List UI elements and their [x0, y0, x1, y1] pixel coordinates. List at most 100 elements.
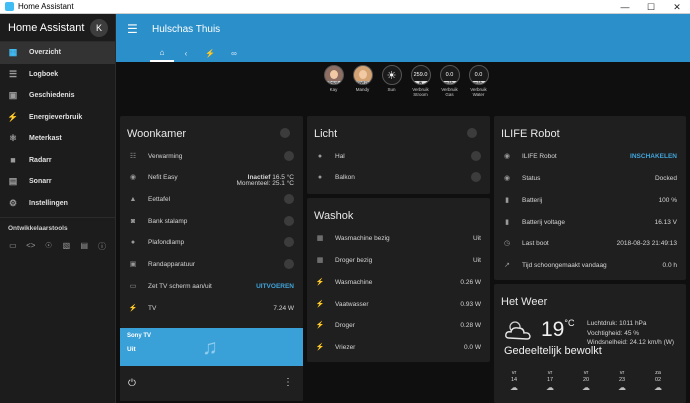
- entity-row: ▮ Batterij 100 %: [502, 194, 677, 206]
- card-toggle[interactable]: [280, 128, 290, 138]
- lightning-icon: ⚡: [315, 344, 325, 351]
- run-script-button[interactable]: UITVOEREN: [256, 283, 294, 290]
- entity-value: 0.28 W: [460, 321, 481, 329]
- card-toggle[interactable]: [467, 128, 477, 138]
- badge-state: AFWEZIG: [353, 81, 372, 85]
- apps-grid-icon: ▦: [8, 47, 18, 58]
- avatar: AFWEZIG: [352, 65, 373, 85]
- temperature-unit: °C: [564, 318, 575, 328]
- pressure: Luchtdruk: 1011 hPa: [587, 320, 647, 327]
- forecast-day: vr: [547, 370, 553, 376]
- entity-row: ↗ Tijd schoongemaakt vandaag 0.0 h: [502, 259, 677, 271]
- entity-toggle[interactable]: [284, 237, 294, 247]
- template-icon[interactable]: ▤: [79, 241, 89, 252]
- badge-mandy[interactable]: AFWEZIG Mandy: [351, 65, 374, 97]
- badge-sun[interactable]: ☀ Sun: [380, 65, 403, 97]
- badge-stroom[interactable]: 259.0 W Verbruik Stroom: [409, 65, 432, 97]
- entity-name: Bank stalamp: [148, 217, 188, 225]
- entity-toggle[interactable]: [471, 151, 481, 161]
- code-icon[interactable]: <>: [26, 241, 36, 252]
- entity-name: Vriezer: [335, 343, 356, 351]
- card-title: Licht: [314, 128, 338, 140]
- badge-label: Verbruik Stroom: [412, 87, 429, 97]
- more-vert-icon[interactable]: ⋮: [283, 377, 293, 388]
- avatar: THUIS: [323, 65, 344, 85]
- entity-row: ⚡ Wasmachine 0.26 W: [315, 276, 481, 288]
- entity-toggle[interactable]: [284, 259, 294, 269]
- entity-name: Plafondlamp: [148, 238, 185, 246]
- close-icon[interactable]: ✕: [664, 0, 690, 14]
- turn-on-button[interactable]: INSCHAKELEN: [630, 153, 677, 160]
- sidebar-item-meterkast[interactable]: ⚛ Meterkast: [0, 128, 115, 150]
- entity-toggle[interactable]: [284, 216, 294, 226]
- sidebar-title: Home Assistant: [8, 21, 85, 34]
- remote-icon[interactable]: ▭: [8, 241, 18, 252]
- ceiling-light-icon: ▲: [129, 195, 137, 203]
- list-icon: ☰: [8, 68, 18, 79]
- entity-row: ▦ Droger bezig Uit: [315, 254, 481, 266]
- view-tabs: ⌂ ‹ ⚡ ∞: [150, 44, 246, 62]
- radio-tower-icon[interactable]: ☉: [44, 241, 54, 252]
- robot-vacuum-icon: ◉: [503, 153, 511, 160]
- entity-name: Batterij: [522, 196, 543, 204]
- entity-row: ▮ Batterij voltage 16.13 V: [502, 216, 677, 228]
- sidebar-item-instellingen[interactable]: ⚙ Instellingen: [0, 193, 115, 215]
- entity-name: Hal: [335, 152, 345, 160]
- entity-name[interactable]: Nefit Easy: [148, 174, 248, 181]
- file-document-icon[interactable]: ▧: [61, 241, 71, 252]
- window-title-bar: Home Assistant — ☐ ✕: [0, 0, 690, 14]
- badge-label: Sun: [387, 87, 396, 92]
- info-icon[interactable]: ⓘ: [97, 241, 107, 252]
- cloud-icon: ☁: [546, 383, 554, 392]
- power-icon[interactable]: ⏻: [128, 378, 136, 389]
- badge-kay[interactable]: THUIS Kay: [322, 65, 345, 97]
- forecast-day: vr: [511, 370, 517, 376]
- badge-value: 0.0: [445, 72, 454, 78]
- lightning-icon: ⚡: [315, 279, 325, 286]
- sidebar-item-sonarr[interactable]: ▤ Sonarr: [0, 171, 115, 193]
- media-player-title: Sony TV: [127, 333, 152, 339]
- maximize-icon[interactable]: ☐: [638, 0, 664, 14]
- sidebar-item-energieverbruik[interactable]: ⚡ Energieverbruik: [0, 107, 115, 129]
- sidebar-item-label: Sonarr: [29, 178, 52, 186]
- tab-energy[interactable]: ⚡: [198, 44, 222, 62]
- sidebar-item-overzicht[interactable]: ▦ Overzicht: [0, 42, 115, 64]
- cloud-sun-icon: ☁: [510, 383, 518, 392]
- sidebar-item-geschiedenis[interactable]: ▣ Geschiedenis: [0, 85, 115, 107]
- menu-icon[interactable]: ☰: [127, 22, 138, 36]
- movie-icon: ♫: [202, 336, 218, 359]
- entity-toggle[interactable]: [284, 151, 294, 161]
- media-player-controls: ⏻ ⋮: [120, 366, 303, 401]
- sun-icon: ☀: [386, 69, 397, 82]
- badge-circle: 0.0 m3/h: [468, 65, 489, 85]
- avatar[interactable]: K: [90, 18, 108, 37]
- entity-toggle[interactable]: [284, 194, 294, 204]
- badge-water[interactable]: 0.0 m3/h Verbruik Water: [467, 65, 490, 97]
- badge-value: 259.0: [413, 72, 428, 78]
- chart-line-icon: ↗: [504, 262, 510, 269]
- tab-glasses[interactable]: ∞: [222, 44, 246, 62]
- badge-gas[interactable]: 0.0 m3/h Verbruik Gas: [438, 65, 461, 97]
- entity-name: Eettafel: [148, 195, 171, 203]
- lightning-icon: ⚡: [315, 301, 325, 308]
- entity-toggle[interactable]: [471, 172, 481, 182]
- badge-value: 0.0: [474, 72, 483, 78]
- battery-icon: ▮: [505, 219, 509, 226]
- page-title: Hulschas Thuis: [152, 24, 221, 35]
- app-icon: [5, 2, 14, 11]
- minimize-icon[interactable]: —: [612, 0, 638, 14]
- sidebar-item-radarr[interactable]: ■ Radarr: [0, 150, 115, 172]
- entity-row: ● Hal: [315, 150, 481, 162]
- entity-value: Docked: [654, 174, 677, 182]
- entity-value: 0.0 W: [464, 343, 481, 351]
- card-title: Het Weer: [501, 296, 548, 308]
- sidebar-item-logboek[interactable]: ☰ Logboek: [0, 64, 115, 86]
- woonkamer-card: Woonkamer ☷ Verwarming ◉ Nefit Easy Inactie…: [120, 116, 303, 328]
- sidebar-item-label: Energieverbruik: [29, 113, 83, 121]
- tab-home[interactable]: ⌂: [150, 44, 174, 62]
- card-title: Woonkamer: [127, 128, 187, 140]
- media-player-card[interactable]: Sony TV Uit ♫: [120, 328, 303, 366]
- tab-temperature[interactable]: ‹: [174, 44, 198, 62]
- entity-row: ◉ Status Docked: [502, 172, 677, 184]
- dryer-icon: ▦: [316, 257, 324, 264]
